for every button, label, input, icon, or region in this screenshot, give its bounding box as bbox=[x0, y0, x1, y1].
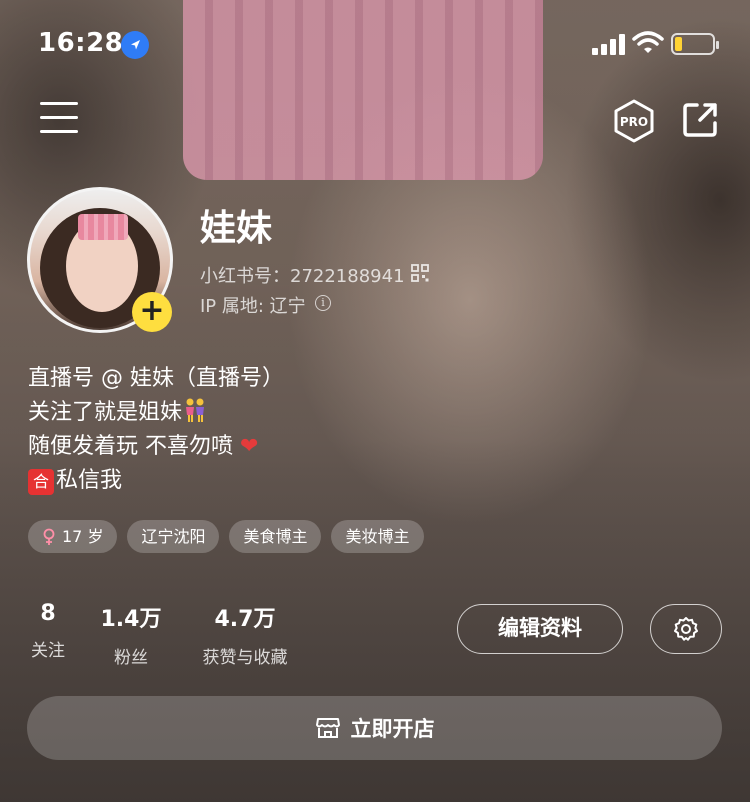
ip-location: IP 属地: 辽宁 bbox=[200, 296, 306, 317]
bio-line: 合私信我 bbox=[28, 464, 284, 498]
stat-value: 1.4万 bbox=[100, 607, 162, 632]
tag-label: 17 岁 bbox=[62, 527, 104, 546]
stat-label: 粉丝 bbox=[114, 648, 148, 668]
tag-label: 美妆博主 bbox=[345, 527, 410, 546]
gear-icon bbox=[674, 617, 698, 641]
tag-beauty-blogger[interactable]: 美妆博主 bbox=[331, 520, 424, 553]
cellular-signal-icon bbox=[592, 34, 625, 55]
bio-line-1: 直播号 @ 娃妹（直播号） bbox=[28, 366, 284, 391]
tag-list: 17 岁 辽宁沈阳 美食博主 美妆博主 bbox=[28, 520, 424, 553]
red-heart-icon: ❤ bbox=[240, 434, 259, 459]
he-badge-icon: 合 bbox=[28, 469, 54, 495]
menu-button[interactable] bbox=[40, 102, 78, 136]
status-bar: 16:28 bbox=[0, 0, 750, 90]
open-shop-label: 立即开店 bbox=[350, 717, 435, 741]
stat-value: 4.7万 bbox=[214, 607, 276, 632]
stat-followers[interactable]: 1.4万 粉丝 bbox=[96, 601, 166, 668]
settings-button[interactable] bbox=[650, 604, 722, 654]
bio: 直播号 @ 娃妹（直播号） 关注了就是姐妹 随便发着玩 不喜勿喷 ❤ 合私信我 bbox=[28, 362, 284, 498]
qr-code-icon[interactable] bbox=[411, 264, 429, 282]
battery-icon bbox=[671, 33, 719, 55]
profile-name: 娃妹 bbox=[200, 208, 273, 249]
female-icon bbox=[43, 528, 55, 545]
location-arrow-icon bbox=[121, 31, 149, 59]
tag-label: 美食博主 bbox=[243, 527, 308, 546]
stat-label: 关注 bbox=[31, 641, 65, 661]
info-icon[interactable]: i bbox=[315, 295, 331, 311]
share-button[interactable] bbox=[680, 100, 720, 140]
tag-label: 辽宁沈阳 bbox=[141, 527, 206, 546]
tag-food-blogger[interactable]: 美食博主 bbox=[229, 520, 322, 553]
wifi-icon bbox=[632, 31, 664, 53]
user-id: 小红书号：2722188941 bbox=[200, 266, 405, 287]
bio-line: 随便发着玩 不喜勿喷 ❤ bbox=[28, 430, 284, 464]
store-icon bbox=[315, 718, 340, 738]
pro-label: PRO bbox=[620, 115, 648, 129]
bio-line: 关注了就是姐妹 bbox=[28, 396, 284, 430]
tag-location[interactable]: 辽宁沈阳 bbox=[127, 520, 220, 553]
stat-label: 获赞与收藏 bbox=[202, 648, 288, 668]
tag-age[interactable]: 17 岁 bbox=[28, 520, 118, 553]
status-time: 16:28 bbox=[38, 28, 124, 58]
stat-value: 8 bbox=[40, 601, 56, 626]
add-story-button[interactable]: + bbox=[132, 292, 172, 332]
bio-line-2: 关注了就是姐妹 bbox=[28, 400, 183, 425]
bio-line-3: 随便发着玩 不喜勿喷 bbox=[28, 434, 233, 459]
edit-profile-button[interactable]: 编辑资料 bbox=[457, 604, 623, 654]
open-shop-button[interactable]: 立即开店 bbox=[27, 696, 722, 760]
bio-line: 直播号 @ 娃妹（直播号） bbox=[28, 362, 284, 396]
bio-line-4: 私信我 bbox=[56, 468, 123, 493]
women-holding-hands-icon bbox=[186, 398, 205, 422]
pro-button[interactable]: PRO bbox=[612, 99, 656, 143]
stat-following[interactable]: 8 关注 bbox=[28, 601, 68, 661]
stat-likes-collects[interactable]: 4.7万 获赞与收藏 bbox=[190, 601, 300, 668]
